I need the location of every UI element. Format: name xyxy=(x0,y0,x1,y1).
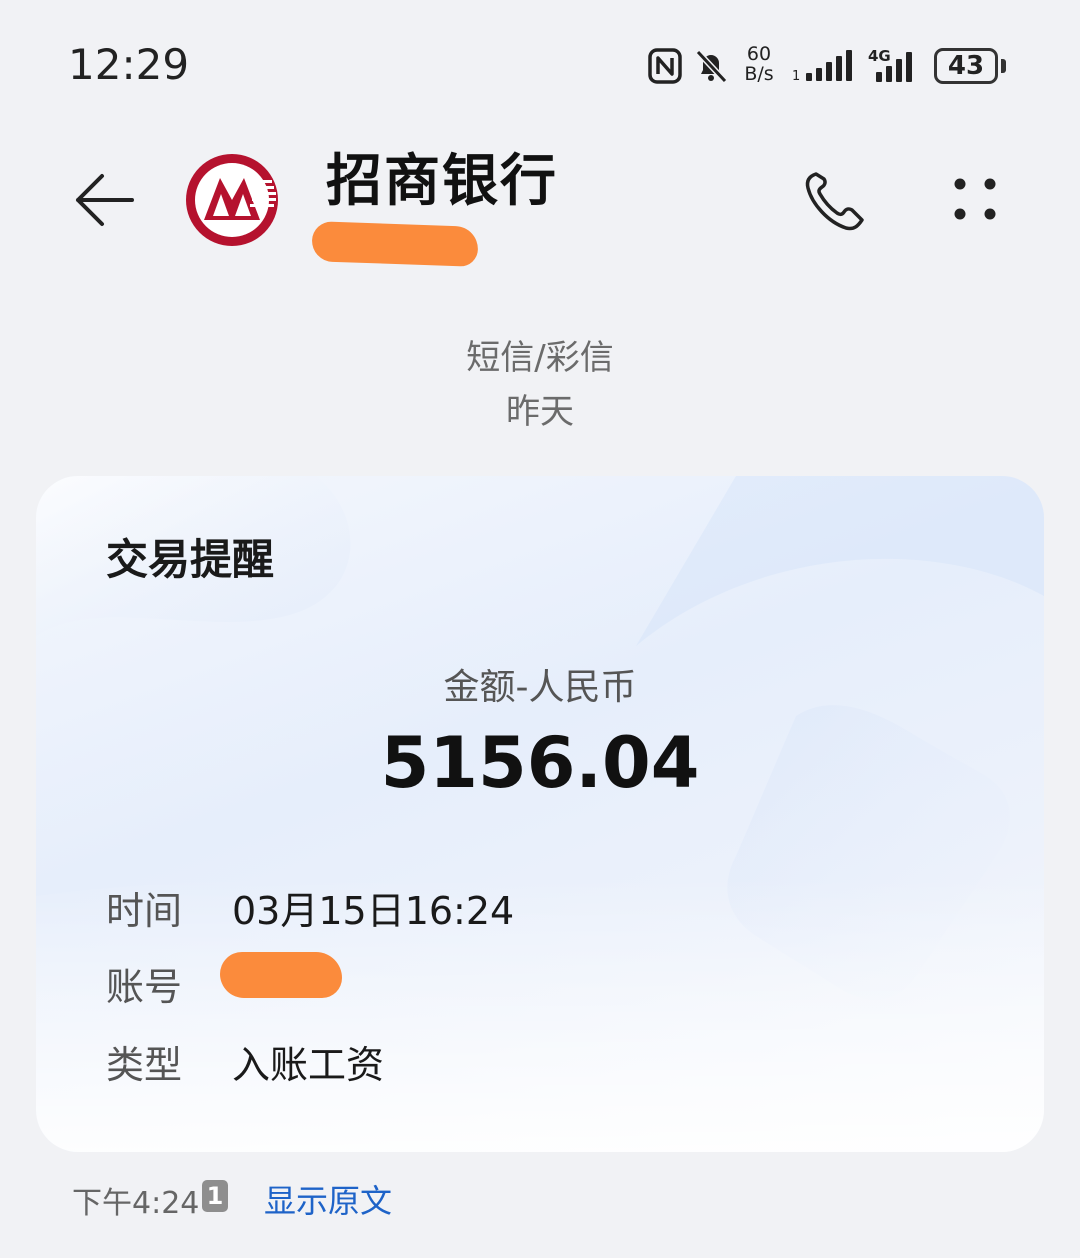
status-time: 12:29 xyxy=(68,40,190,89)
more-options-button[interactable] xyxy=(944,170,1008,230)
signal-sim1-icon: 1 xyxy=(792,46,856,86)
show-original-link[interactable]: 显示原文 xyxy=(264,1176,392,1222)
contact-title[interactable]: 招商银行 xyxy=(326,136,558,217)
date-separator: 昨天 xyxy=(506,392,574,432)
bank-logo[interactable] xyxy=(186,154,278,246)
amount-label: 金额-人民币 xyxy=(443,667,637,708)
network-speed-unit: B/s xyxy=(744,63,774,85)
back-arrow-icon xyxy=(76,174,134,226)
cmb-logo-icon xyxy=(186,154,278,246)
call-button[interactable] xyxy=(800,168,870,234)
nfc-icon xyxy=(648,46,682,86)
card-title: 交易提醒 xyxy=(106,535,275,584)
time-label: 时间 xyxy=(106,889,183,933)
type-label: 类型 xyxy=(106,1043,183,1087)
phone-icon xyxy=(805,172,864,231)
battery-tip xyxy=(1001,59,1006,73)
network-speed: 60 B/s xyxy=(740,44,778,84)
type-value: 入账工资 xyxy=(232,1043,385,1087)
battery-level: 43 xyxy=(947,51,985,81)
time-value: 03月15日16:24 xyxy=(232,889,515,933)
svg-text:1: 1 xyxy=(792,69,800,84)
battery-indicator: 43 xyxy=(934,48,998,84)
message-timestamp: 下午4:24 xyxy=(72,1186,200,1221)
message-type-label: 短信/彩信 xyxy=(466,338,614,378)
account-label: 账号 xyxy=(106,965,183,1009)
back-button[interactable] xyxy=(70,168,140,232)
redacted-phone-number xyxy=(311,221,479,267)
redacted-account-number xyxy=(220,952,342,998)
network-type-label: 4G xyxy=(868,47,891,65)
signal-4g-icon: 4G xyxy=(868,46,922,86)
sim-badge: 1 xyxy=(202,1180,228,1212)
transaction-card[interactable]: 交易提醒 金额-人民币 5156.04 时间 03月15日16:24 账号 类型… xyxy=(36,476,1044,1152)
network-speed-value: 60 xyxy=(746,43,772,65)
amount-value: 5156.04 xyxy=(380,722,700,804)
bell-muted-icon xyxy=(694,46,728,86)
more-dots-icon xyxy=(954,178,996,220)
